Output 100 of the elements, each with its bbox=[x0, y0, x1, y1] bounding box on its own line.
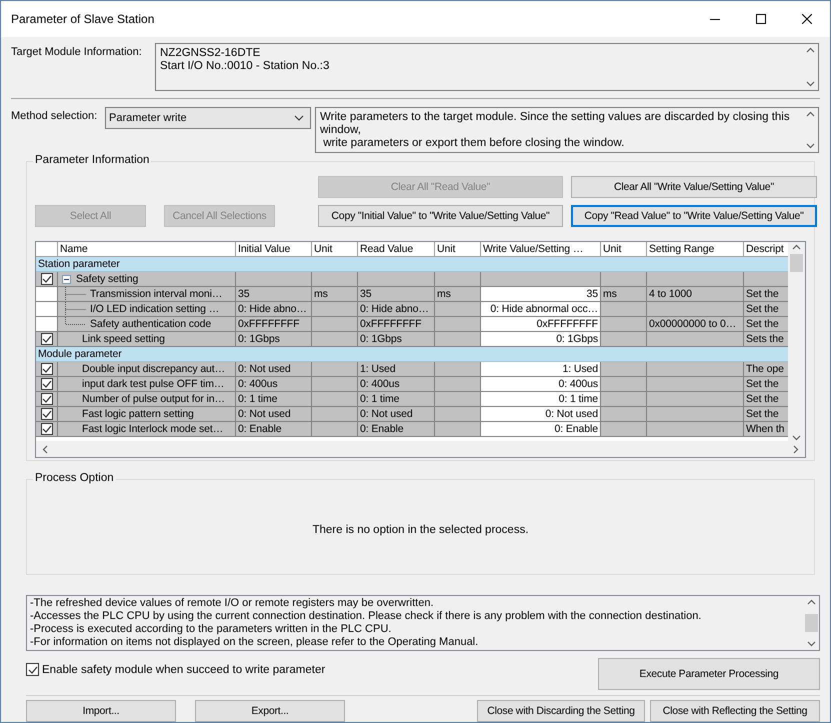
table-cell: 0: 1 time bbox=[358, 392, 435, 407]
table-cell: Set the bbox=[744, 302, 788, 317]
table-cell: 4 to 1000 bbox=[647, 287, 744, 302]
value-input[interactable]: 0: 400us bbox=[481, 377, 601, 392]
table-cell: When th bbox=[744, 422, 788, 437]
table-cell bbox=[601, 302, 647, 317]
close-icon[interactable] bbox=[802, 14, 812, 24]
export-button[interactable]: Export... bbox=[195, 700, 345, 722]
section-header: Station parameter bbox=[36, 257, 788, 272]
table-cell bbox=[601, 392, 647, 407]
column-header[interactable]: Write Value/Setting … bbox=[481, 242, 601, 257]
table-cell: Set the bbox=[744, 287, 788, 302]
scroll-left-icon[interactable] bbox=[42, 444, 48, 454]
table-cell: 0: 1 time bbox=[236, 392, 312, 407]
scrollbar-thumb[interactable] bbox=[805, 614, 818, 632]
scroll-right-icon[interactable] bbox=[793, 444, 799, 454]
table-cell: The ope bbox=[744, 362, 788, 377]
field-label: Target Module Information: bbox=[11, 45, 143, 58]
value-input[interactable]: 0xFFFFFFFF bbox=[481, 317, 601, 332]
scroll-down-icon[interactable] bbox=[807, 641, 816, 647]
table-cell bbox=[601, 377, 647, 392]
column-header[interactable]: Setting Range bbox=[647, 242, 744, 257]
table-cell: Sets the bbox=[744, 332, 788, 347]
action-button[interactable]: Copy "Read Value" to "Write Value/Setting Value" bbox=[571, 205, 817, 227]
vertical-scrollbar[interactable] bbox=[788, 242, 805, 441]
table-cell: 0: 400us bbox=[236, 377, 312, 392]
table-cell: 0x00000000 to 0… bbox=[647, 317, 744, 332]
table-cell bbox=[312, 377, 358, 392]
table-cell: Set the bbox=[744, 407, 788, 422]
value-input[interactable]: 0: Hide abnormal occ… bbox=[481, 302, 601, 317]
value-input[interactable]: 1: Used bbox=[481, 362, 601, 377]
table-cell: ms bbox=[435, 287, 481, 302]
value-input[interactable]: 0: Not used bbox=[481, 407, 601, 422]
table-cell: Set the bbox=[744, 392, 788, 407]
group-title: Process Option bbox=[33, 472, 116, 484]
value-input[interactable]: 35 bbox=[481, 287, 601, 302]
table-cell-text: I/O LED indication setting … bbox=[89, 302, 220, 316]
table-cell: Set the bbox=[744, 377, 788, 392]
note-text: -For information on items not displayed on the screen, please refer to the Operating Manual. bbox=[30, 636, 480, 649]
dropdown-caret-icon bbox=[294, 115, 304, 121]
scroll-up-icon[interactable] bbox=[807, 599, 816, 605]
checkbox[interactable] bbox=[26, 663, 39, 676]
value-input[interactable]: 0: 1 time bbox=[481, 392, 601, 407]
column-header[interactable]: Initial Value bbox=[236, 242, 312, 257]
empty-message: There is no option in the selected process. bbox=[312, 524, 529, 536]
value-input[interactable]: 0: Enable bbox=[481, 422, 601, 437]
column-header[interactable]: Name bbox=[58, 242, 236, 257]
table-cell bbox=[435, 362, 481, 377]
scroll-up-icon[interactable] bbox=[806, 47, 815, 53]
field-label: Method selection: bbox=[11, 109, 98, 122]
horizontal-scrollbar[interactable] bbox=[36, 441, 805, 457]
row-checkbox[interactable] bbox=[40, 273, 52, 285]
scroll-up-icon[interactable] bbox=[806, 111, 815, 117]
table-cell bbox=[435, 407, 481, 422]
table-cell bbox=[601, 272, 647, 287]
table-cell bbox=[312, 317, 358, 332]
note-text: -Process is executed according to the parameters written in the PLC CPU. bbox=[30, 623, 392, 636]
table-cell bbox=[601, 407, 647, 422]
column-header[interactable]: Read Value bbox=[358, 242, 435, 257]
row-checkbox[interactable] bbox=[40, 408, 52, 420]
table-cell: 0: Not used bbox=[236, 362, 312, 377]
table-cell: 0: Not used bbox=[358, 407, 435, 422]
table-cell-text: Safety authentication code bbox=[89, 317, 212, 331]
row-checkbox[interactable] bbox=[40, 393, 52, 405]
scroll-down-icon[interactable] bbox=[806, 143, 815, 149]
table-cell: 0: Hide abno… bbox=[236, 302, 312, 317]
description-text: Write parameters to the target module. Since the setting values are discarded by closing this window, write parameters or export them before closing the window. bbox=[319, 110, 791, 151]
row-checkbox[interactable] bbox=[40, 363, 52, 375]
maximize-icon[interactable] bbox=[756, 14, 766, 24]
column-header[interactable]: Unit bbox=[601, 242, 647, 257]
table-cell: 0xFFFFFFFF bbox=[358, 317, 435, 332]
discard-button[interactable]: Close with Discarding the Setting bbox=[477, 700, 645, 722]
table-cell bbox=[435, 422, 481, 437]
column-header[interactable]: Unit bbox=[435, 242, 481, 257]
collapse-icon[interactable] bbox=[62, 274, 70, 284]
apply-button[interactable]: Close with Reflecting the Setting bbox=[650, 700, 820, 722]
table-cell-text: Fast logic pattern setting bbox=[81, 407, 194, 421]
execute-button[interactable]: Execute Parameter Processing bbox=[598, 658, 820, 690]
method-dropdown[interactable]: Parameter write bbox=[105, 107, 311, 129]
table-cell bbox=[601, 362, 647, 377]
table-cell: 0: 400us bbox=[358, 377, 435, 392]
action-button[interactable]: Copy "Initial Value" to "Write Value/Setting Value" bbox=[318, 205, 563, 227]
table-cell bbox=[601, 422, 647, 437]
table-cell-text: Safety setting bbox=[75, 272, 138, 286]
scrollbar-thumb[interactable] bbox=[790, 254, 803, 272]
import-button[interactable]: Import... bbox=[26, 700, 176, 722]
column-header[interactable]: Unit bbox=[312, 242, 358, 257]
scroll-down-icon[interactable] bbox=[792, 435, 801, 441]
table-cell bbox=[435, 392, 481, 407]
scroll-down-icon[interactable] bbox=[806, 81, 815, 87]
scroll-up-icon[interactable] bbox=[792, 244, 801, 250]
row-checkbox[interactable] bbox=[40, 423, 52, 435]
table-cell bbox=[601, 332, 647, 347]
table-cell-text: Fast logic Interlock mode set… bbox=[81, 422, 224, 436]
table-cell: 0: 1Gbps bbox=[236, 332, 312, 347]
row-checkbox[interactable] bbox=[40, 378, 52, 390]
row-checkbox[interactable] bbox=[40, 333, 52, 345]
value-input[interactable]: 0: 1Gbps bbox=[481, 332, 601, 347]
column-header[interactable]: Descript bbox=[744, 242, 788, 257]
action-button[interactable]: Clear All "Write Value/Setting Value" bbox=[571, 176, 817, 198]
